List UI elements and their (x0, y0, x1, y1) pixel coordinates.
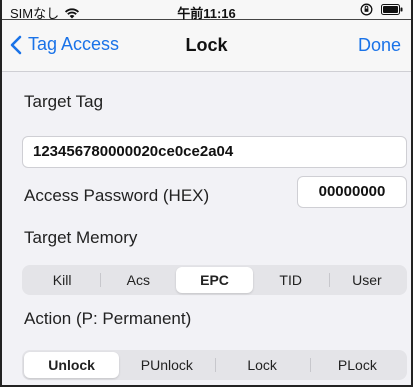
device-frame (0, 0, 413, 387)
